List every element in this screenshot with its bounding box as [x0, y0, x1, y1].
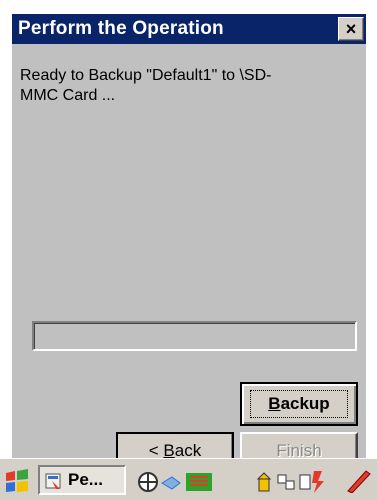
close-button[interactable]: ×: [338, 17, 364, 41]
dialog-window: Perform the Operation × Ready to Backup …: [12, 14, 366, 499]
pen-icon[interactable]: [344, 469, 372, 493]
title-bar: Perform the Operation ×: [12, 14, 366, 44]
system-tray-icons[interactable]: [256, 469, 328, 493]
backup-button-label: Backup: [268, 394, 330, 413]
status-message: Ready to Backup "Default1" to \SD- MMC C…: [20, 67, 272, 104]
taskbar-item-label: Pe...: [68, 470, 103, 489]
windows-start-icon[interactable]: [4, 469, 30, 493]
app-icon: [45, 473, 61, 489]
backup-button[interactable]: Backup: [240, 382, 358, 426]
taskbar: Pe...: [0, 458, 377, 500]
network-icon[interactable]: [136, 469, 218, 493]
progress-bar: [32, 321, 357, 351]
window-title: Perform the Operation: [18, 18, 224, 39]
close-icon: ×: [345, 19, 357, 39]
taskbar-item-perform[interactable]: Pe...: [38, 465, 126, 495]
